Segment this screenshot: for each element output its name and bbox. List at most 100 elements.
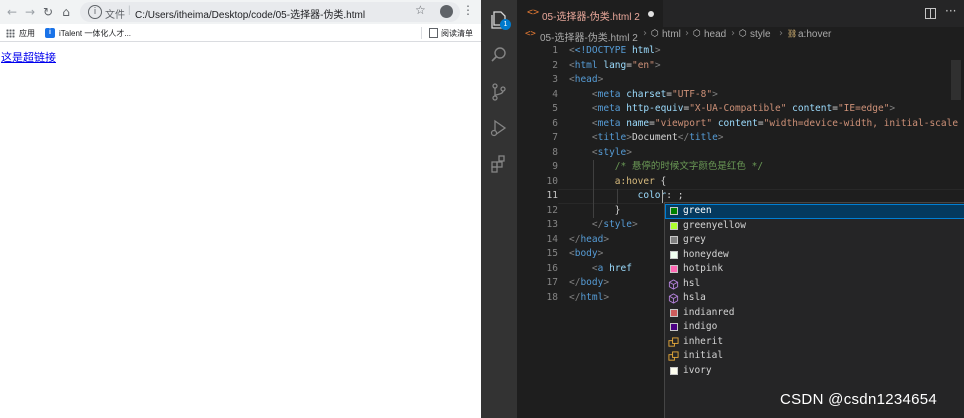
suggestion-item-hsl[interactable]: hsl xyxy=(665,277,964,292)
code-text: <title>Document</title> xyxy=(591,132,724,143)
line-number: 14 xyxy=(546,233,558,245)
code-text: a:hover { xyxy=(614,175,667,187)
breadcrumb-file[interactable]: 05-选择器-伪类.html 2 xyxy=(540,29,638,44)
color-swatch-icon xyxy=(670,236,678,244)
tab-05-selector-pseudo[interactable]: <> 05-选择器-伪类.html 2 xyxy=(517,0,663,27)
browser-menu-icon[interactable]: ⋮ xyxy=(462,3,474,17)
suggestion-label: hsl xyxy=(683,277,701,289)
home-icon[interactable]: ⌂ xyxy=(58,4,74,20)
breadcrumb-rule[interactable]: a:hover xyxy=(798,29,831,40)
line-number: 15 xyxy=(546,248,558,259)
page-hyperlink[interactable]: 这是超链接 xyxy=(1,49,56,65)
line-number: 5 xyxy=(552,103,558,114)
code-text: </head> xyxy=(569,233,610,245)
address-url[interactable]: C:/Users/itheima/Desktop/code/05-选择器-伪类.… xyxy=(135,6,365,21)
suggestion-item-indigo[interactable]: indigo xyxy=(665,320,964,335)
reading-list[interactable]: 阅读清单 xyxy=(441,28,473,39)
watermark: CSDN @csdn1234654 xyxy=(780,391,938,408)
extensions-icon[interactable] xyxy=(489,154,509,174)
code-text: /* 悬停的时候文字颜色是红色 */ xyxy=(614,161,764,172)
forward-arrow-icon[interactable]: → xyxy=(22,4,38,20)
code-line: 4 <meta charset="UTF-8"> xyxy=(517,88,964,103)
suggestion-item-inherit[interactable]: inherit xyxy=(665,335,964,350)
function-cube-icon xyxy=(668,278,679,290)
code-text: </html> xyxy=(569,291,610,303)
color-swatch-icon xyxy=(670,221,678,230)
vscode-window: 1 <> 05-选择器-伪类.html 2 ··· <> 05-选择器-伪类.h… xyxy=(481,0,964,418)
line-number: 17 xyxy=(546,277,558,288)
code-line: 5 <meta http-equiv="X-UA-Compatible" con… xyxy=(517,102,964,117)
line-number: 11 xyxy=(546,190,558,201)
line-number: 1 xyxy=(552,45,558,56)
suggestion-item-green[interactable]: green xyxy=(665,204,964,219)
code-line: 9 /* 悬停的时候文字颜色是红色 */ xyxy=(517,160,964,175)
suggestion-item-hotpink[interactable]: hotpink xyxy=(665,262,964,277)
code-text: <head> xyxy=(569,74,604,85)
html-file-icon: <> xyxy=(527,7,540,18)
suggestion-label: grey xyxy=(683,234,706,245)
chevron-right-icon: › xyxy=(779,28,783,39)
suggestion-item-greenyellow[interactable]: greenyellow xyxy=(665,219,964,234)
unsaved-dot-icon[interactable] xyxy=(648,11,654,17)
address-bar[interactable]: i 文件 | C:/Users/itheima/Desktop/code/05-… xyxy=(80,2,460,22)
breadcrumb-style[interactable]: style xyxy=(750,29,771,40)
source-control-icon[interactable] xyxy=(489,82,509,102)
suggestion-label: green xyxy=(683,205,712,216)
bookmarks-divider xyxy=(421,27,422,39)
suggestion-item-initial[interactable]: initial xyxy=(665,349,964,364)
code-text: </body> xyxy=(569,277,610,288)
code-text: } xyxy=(569,204,621,216)
suggestion-item-hsla[interactable]: hsla xyxy=(665,291,964,306)
breadcrumb-html[interactable]: html xyxy=(662,29,681,40)
reading-list-icon[interactable] xyxy=(429,28,438,38)
chevron-right-icon: › xyxy=(643,28,647,39)
editor-tab-bar: <> 05-选择器-伪类.html 2 ··· xyxy=(517,0,964,27)
color-swatch-icon xyxy=(670,265,678,273)
suggestion-item-ivory[interactable]: ivory xyxy=(665,364,964,379)
suggestion-label: inherit xyxy=(683,335,724,347)
color-swatch-icon xyxy=(670,250,678,259)
line-number: 16 xyxy=(546,262,558,274)
keyword-icon xyxy=(668,351,679,361)
line-number: 13 xyxy=(546,219,558,230)
suggestion-label: hsla xyxy=(683,292,706,303)
suggestion-label: indianred xyxy=(683,306,735,318)
back-arrow-icon[interactable]: ← xyxy=(4,4,20,20)
info-icon[interactable]: i xyxy=(88,5,102,19)
suggestion-label: ivory xyxy=(683,364,712,376)
apps-grid-icon[interactable] xyxy=(6,29,15,38)
address-scheme: 文件 xyxy=(105,10,125,21)
run-debug-icon[interactable] xyxy=(489,118,509,138)
code-editor[interactable]: 1 <<!DOCTYPE html> 2 <html lang="en"> 3 … xyxy=(517,44,964,418)
line-number: 10 xyxy=(546,175,558,187)
line-number: 7 xyxy=(552,132,558,143)
search-icon[interactable] xyxy=(489,45,509,65)
code-text: <meta http-equiv="X-UA-Compatible" conte… xyxy=(591,103,896,114)
reload-icon[interactable]: ↻ xyxy=(40,4,56,20)
color-swatch-icon xyxy=(670,308,678,317)
profile-avatar-icon[interactable] xyxy=(440,5,453,18)
breadcrumb-head[interactable]: head xyxy=(704,29,726,40)
minimap-slider[interactable] xyxy=(951,60,961,100)
more-actions-icon[interactable]: ··· xyxy=(945,4,956,18)
code-text: <<!DOCTYPE html> xyxy=(569,45,661,56)
browser-toolbar: ← → ↻ ⌂ i 文件 | C:/Users/itheima/Desktop/… xyxy=(0,0,481,24)
bookmark-star-icon[interactable]: ☆ xyxy=(415,3,426,17)
suggestion-item-honeydew[interactable]: honeydew xyxy=(665,248,964,263)
keyword-icon xyxy=(668,336,679,347)
suggestion-item-grey[interactable]: grey xyxy=(665,233,964,248)
split-editor-icon[interactable] xyxy=(925,8,936,19)
code-line: 3 <head> xyxy=(517,73,964,88)
autocomplete-suggestions[interactable]: green greenyellow grey honeydew hotpink hsl hs… xyxy=(664,202,964,418)
bookmark-italent[interactable]: iTalent 一体化人才... xyxy=(59,28,131,39)
italent-favicon-icon: i xyxy=(45,28,55,38)
suggestion-item-indianred[interactable]: indianred xyxy=(665,306,964,321)
line-number: 9 xyxy=(552,161,558,172)
code-line: 10 a:hover { xyxy=(517,175,964,190)
bookmark-apps[interactable]: 应用 xyxy=(19,28,35,39)
chevron-right-icon: › xyxy=(685,28,689,39)
suggestion-label: initial xyxy=(683,350,724,361)
code-line: 8 <style> xyxy=(517,146,964,161)
text-cursor xyxy=(662,190,663,203)
code-text: <style> xyxy=(591,146,632,158)
